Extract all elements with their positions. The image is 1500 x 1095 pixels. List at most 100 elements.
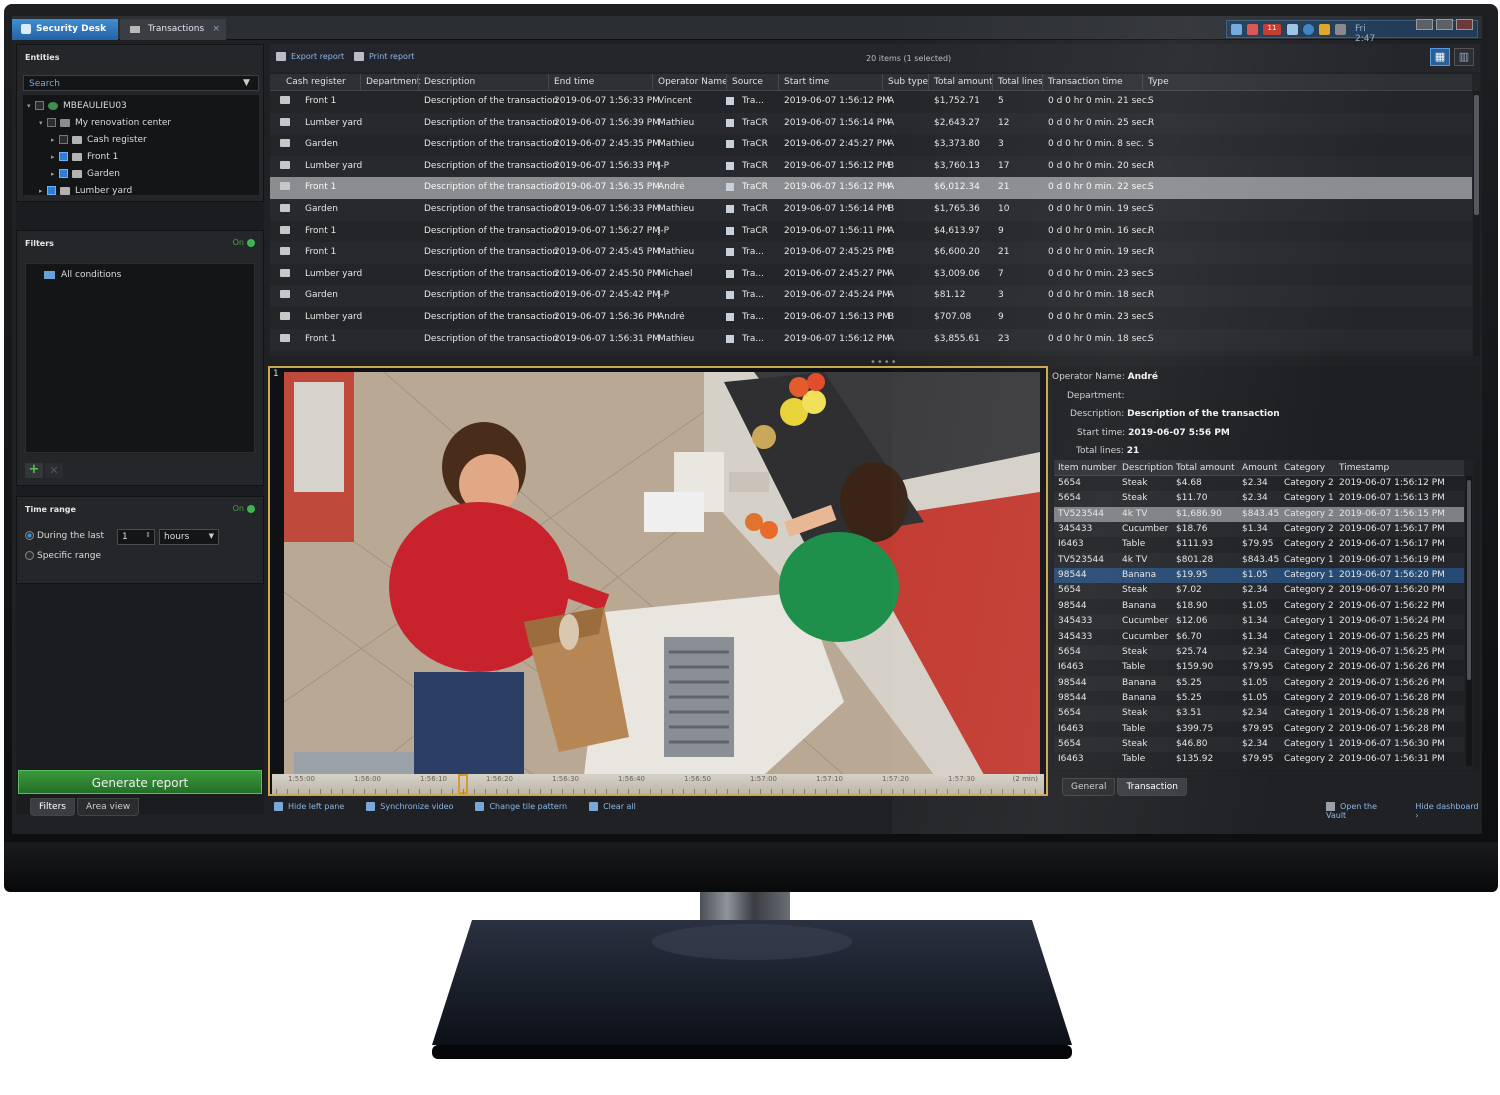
table-row[interactable]: Front 1 Description of the transaction 201… (270, 328, 1472, 351)
column-separator[interactable] (1042, 74, 1043, 91)
hide-dashboard-button[interactable]: Hide dashboard › (1415, 802, 1482, 820)
entity-search-input[interactable]: Search ▼ (23, 75, 259, 91)
tree-checkbox[interactable] (47, 186, 56, 195)
tab-transaction[interactable]: Transaction (1117, 778, 1187, 796)
hide-left-pane-button[interactable]: Hide left pane (274, 802, 344, 811)
table-row[interactable]: Lumber yard Description of the transactio… (270, 264, 1472, 286)
stepper-arrows-icon[interactable]: ⇕ (145, 531, 151, 539)
tab-transactions[interactable]: Transactions × (120, 19, 226, 40)
synchronize-video-button[interactable]: Synchronize video (366, 802, 453, 811)
add-filter-button[interactable]: + (25, 463, 43, 478)
column-separator[interactable] (548, 74, 549, 91)
alarm-icon[interactable] (1247, 24, 1258, 35)
line-item-row[interactable]: 98544 Banana $5.25 $1.05 Category 2 2019-06-0… (1054, 691, 1464, 706)
line-items-column-header[interactable]: Amount (1242, 463, 1277, 473)
clear-all-button[interactable]: Clear all (589, 802, 636, 811)
tree-checkbox[interactable] (35, 101, 44, 110)
open-vault-button[interactable]: Open the Vault (1326, 802, 1397, 820)
expand-arrow-icon[interactable]: ▸ (51, 136, 59, 144)
column-separator[interactable] (992, 74, 993, 91)
export-report-button[interactable]: Export report (276, 52, 344, 61)
monitor-icon[interactable] (1231, 24, 1242, 35)
tree-node[interactable]: ▾ My renovation center (39, 114, 171, 131)
tree-node[interactable]: ▾ MBEAULIEU03 (27, 97, 127, 114)
chart-view-button[interactable]: ▥ (1454, 48, 1474, 66)
line-item-row[interactable]: 5654 Steak $11.70 $2.34 Category 1 2019-06-07… (1054, 491, 1464, 507)
close-icon[interactable]: × (212, 24, 220, 34)
time-value-stepper[interactable]: 1 ⇕ (117, 529, 155, 545)
table-row[interactable]: Garden Description of the transaction 2019… (270, 134, 1472, 156)
grid-column-header[interactable]: Total amount (934, 77, 993, 87)
line-item-row[interactable]: I6463 Table $135.92 $79.95 Category 2 2019-06… (1054, 752, 1464, 767)
line-item-row[interactable]: 345433 Cucumber $12.06 $1.34 Category 1 2019-… (1054, 614, 1464, 630)
column-separator[interactable] (928, 74, 929, 91)
grid-column-header[interactable]: Cash register (286, 77, 346, 87)
expand-arrow-icon[interactable]: ▸ (51, 170, 59, 178)
tree-node[interactable]: ▸ Lumber yard (39, 182, 132, 199)
filter-all-conditions[interactable]: All conditions (44, 270, 121, 280)
tab-area-view[interactable]: Area view (76, 798, 140, 816)
grid-column-header[interactable]: Sub type (888, 77, 928, 87)
grid-column-header[interactable]: Description (424, 77, 475, 87)
table-row[interactable]: Front 1 Description of the transaction 201… (270, 177, 1472, 199)
tab-security-desk[interactable]: Security Desk (12, 19, 118, 40)
line-item-row[interactable]: TV523544 4k TV $1,686.90 $843.45 Category 2 2… (1054, 506, 1464, 523)
column-separator[interactable] (418, 74, 419, 91)
line-item-row[interactable]: 98544 Banana $18.90 $1.05 Category 2 2019-06-… (1054, 599, 1464, 614)
line-item-row[interactable]: 5654 Steak $46.80 $2.34 Category 1 2019-06-07… (1054, 736, 1464, 753)
column-separator[interactable] (360, 74, 361, 91)
filters-status[interactable]: On (233, 238, 255, 247)
line-items-column-header[interactable]: Total amount (1176, 463, 1235, 473)
table-row[interactable]: Garden Description of the transaction 2019… (270, 285, 1472, 307)
scrollbar-thumb[interactable] (1467, 480, 1471, 680)
line-item-row[interactable]: I6463 Table $399.75 $79.95 Category 2 2019-06… (1054, 722, 1464, 737)
table-row[interactable]: Lumber yard Description of the transactio… (270, 155, 1472, 178)
table-row[interactable]: Front 1 Description of the transaction 201… (270, 91, 1472, 113)
expand-arrow-icon[interactable]: ▾ (27, 102, 35, 110)
tree-checkbox[interactable] (59, 152, 68, 161)
tree-node[interactable]: ▸ Cash register (51, 131, 147, 148)
expand-arrow-icon[interactable]: ▸ (39, 187, 47, 195)
close-window-button[interactable] (1456, 19, 1473, 30)
line-items-column-header[interactable]: Category (1284, 463, 1325, 473)
table-row[interactable]: Garden Description of the transaction 2019… (270, 199, 1472, 221)
globe-icon[interactable] (1303, 24, 1314, 35)
tree-checkbox[interactable] (59, 135, 68, 144)
line-items-scrollbar[interactable] (1466, 476, 1472, 766)
specific-range-radio[interactable]: Specific range (25, 551, 101, 561)
table-row[interactable]: Front 1 Description of the transaction 201… (270, 221, 1472, 243)
grid-column-header[interactable]: Operator Name (658, 77, 728, 87)
volume-icon[interactable] (1287, 24, 1298, 35)
table-row[interactable]: Lumber yard Description of the transactio… (270, 112, 1472, 135)
line-item-row[interactable]: TV523544 4k TV $801.28 $843.45 Category 1 201… (1054, 552, 1464, 569)
line-item-row[interactable]: 345433 Cucumber $6.70 $1.34 Category 1 2019-0… (1054, 630, 1464, 645)
line-items-column-header[interactable]: Item number (1058, 463, 1116, 473)
grid-column-header[interactable]: Type (1148, 77, 1169, 87)
line-items-column-header[interactable]: Timestamp (1339, 463, 1389, 473)
remove-filter-button[interactable]: ✕ (45, 463, 63, 478)
line-item-row[interactable]: 5654 Steak $7.02 $2.34 Category 2 2019-06-07 … (1054, 583, 1464, 599)
grid-column-header[interactable]: Source (732, 77, 763, 87)
table-row[interactable]: Lumber yard Description of the transactio… (270, 307, 1472, 329)
notification-badge[interactable]: 11 (1263, 24, 1281, 35)
column-separator[interactable] (726, 74, 727, 91)
line-item-row[interactable]: 98544 Banana $5.25 $1.05 Category 2 2019-06-0… (1054, 675, 1464, 691)
warning-icon[interactable] (1319, 24, 1330, 35)
column-separator[interactable] (1142, 74, 1143, 91)
change-tile-pattern-button[interactable]: Change tile pattern (475, 802, 567, 811)
tree-checkbox[interactable] (59, 169, 68, 178)
during-last-radio[interactable]: During the last (25, 531, 104, 541)
time-unit-select[interactable]: hours ▼ (159, 529, 219, 545)
line-item-row[interactable]: 5654 Steak $4.68 $2.34 Category 2 2019-06-07 … (1054, 476, 1464, 491)
line-item-row[interactable]: 345433 Cucumber $18.76 $1.34 Category 2 2019-… (1054, 522, 1464, 538)
signal-icon[interactable] (1335, 24, 1346, 35)
restore-button[interactable] (1436, 19, 1453, 30)
video-timeline[interactable]: (2 min) 1:55:00 1:56:00 1:56:10 1:56:20 1:56… (272, 774, 1044, 794)
tree-node[interactable]: ▸ Front 1 (51, 148, 118, 165)
print-report-button[interactable]: Print report (354, 52, 414, 61)
line-item-row[interactable]: I6463 Table $111.93 $79.95 Category 2 2019-06… (1054, 537, 1464, 552)
grid-column-header[interactable]: Total lines (998, 77, 1043, 87)
line-item-row[interactable]: 5654 Steak $3.51 $2.34 Category 1 2019-06-07 … (1054, 706, 1464, 722)
column-separator[interactable] (882, 74, 883, 91)
column-separator[interactable] (778, 74, 779, 91)
